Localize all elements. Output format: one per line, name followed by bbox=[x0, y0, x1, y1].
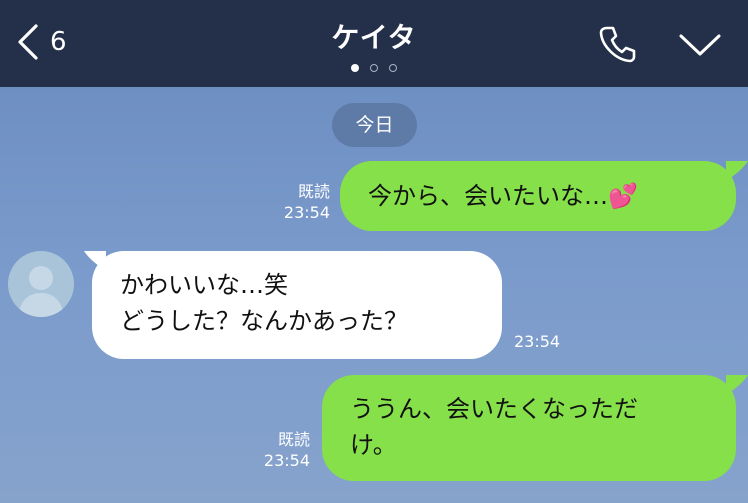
chat-area[interactable]: 今日 既読 23:54 今から、会いたいな…💕 かわいいな…笑 どうした？なんか… bbox=[0, 87, 748, 503]
page-dot-3 bbox=[389, 64, 397, 72]
hearts-emoji: 💕 bbox=[608, 182, 638, 210]
received-message-bubble[interactable]: かわいいな…笑 どうした？なんかあった？ bbox=[92, 251, 502, 359]
message-time: 23:54 bbox=[283, 203, 330, 222]
message-text: 今から、会いたいな… bbox=[368, 182, 608, 210]
bubble-tail bbox=[726, 161, 748, 181]
message-time: 23:54 bbox=[514, 332, 561, 351]
phone-icon[interactable] bbox=[598, 24, 638, 64]
page-dot-1 bbox=[351, 64, 359, 72]
avatar[interactable] bbox=[8, 251, 74, 317]
message-text-line: どうした？なんかあった？ bbox=[120, 307, 408, 335]
message-meta: 既読 23:54 bbox=[248, 429, 310, 471]
message-time: 23:54 bbox=[263, 451, 310, 470]
date-separator: 今日 bbox=[332, 103, 417, 147]
read-receipt: 既読 bbox=[297, 182, 330, 201]
message-text-line: かわいいな…笑 bbox=[120, 271, 288, 299]
chat-header: 6 ケイタ bbox=[0, 0, 748, 87]
message-meta: 既読 23:54 bbox=[268, 181, 330, 223]
bubble-tail bbox=[726, 375, 748, 395]
sent-message-bubble[interactable]: 今から、会いたいな…💕 bbox=[340, 161, 736, 231]
read-receipt: 既読 bbox=[277, 430, 310, 449]
default-user-icon bbox=[18, 266, 64, 317]
message-text-line: ううん、会いたくなっただ bbox=[350, 395, 638, 423]
page-indicator bbox=[0, 64, 748, 72]
sent-message-bubble[interactable]: ううん、会いたくなっただ け。 bbox=[322, 375, 736, 481]
page-dot-2 bbox=[370, 64, 378, 72]
message-text-line: け。 bbox=[350, 431, 397, 459]
chevron-down-icon[interactable] bbox=[678, 28, 722, 60]
